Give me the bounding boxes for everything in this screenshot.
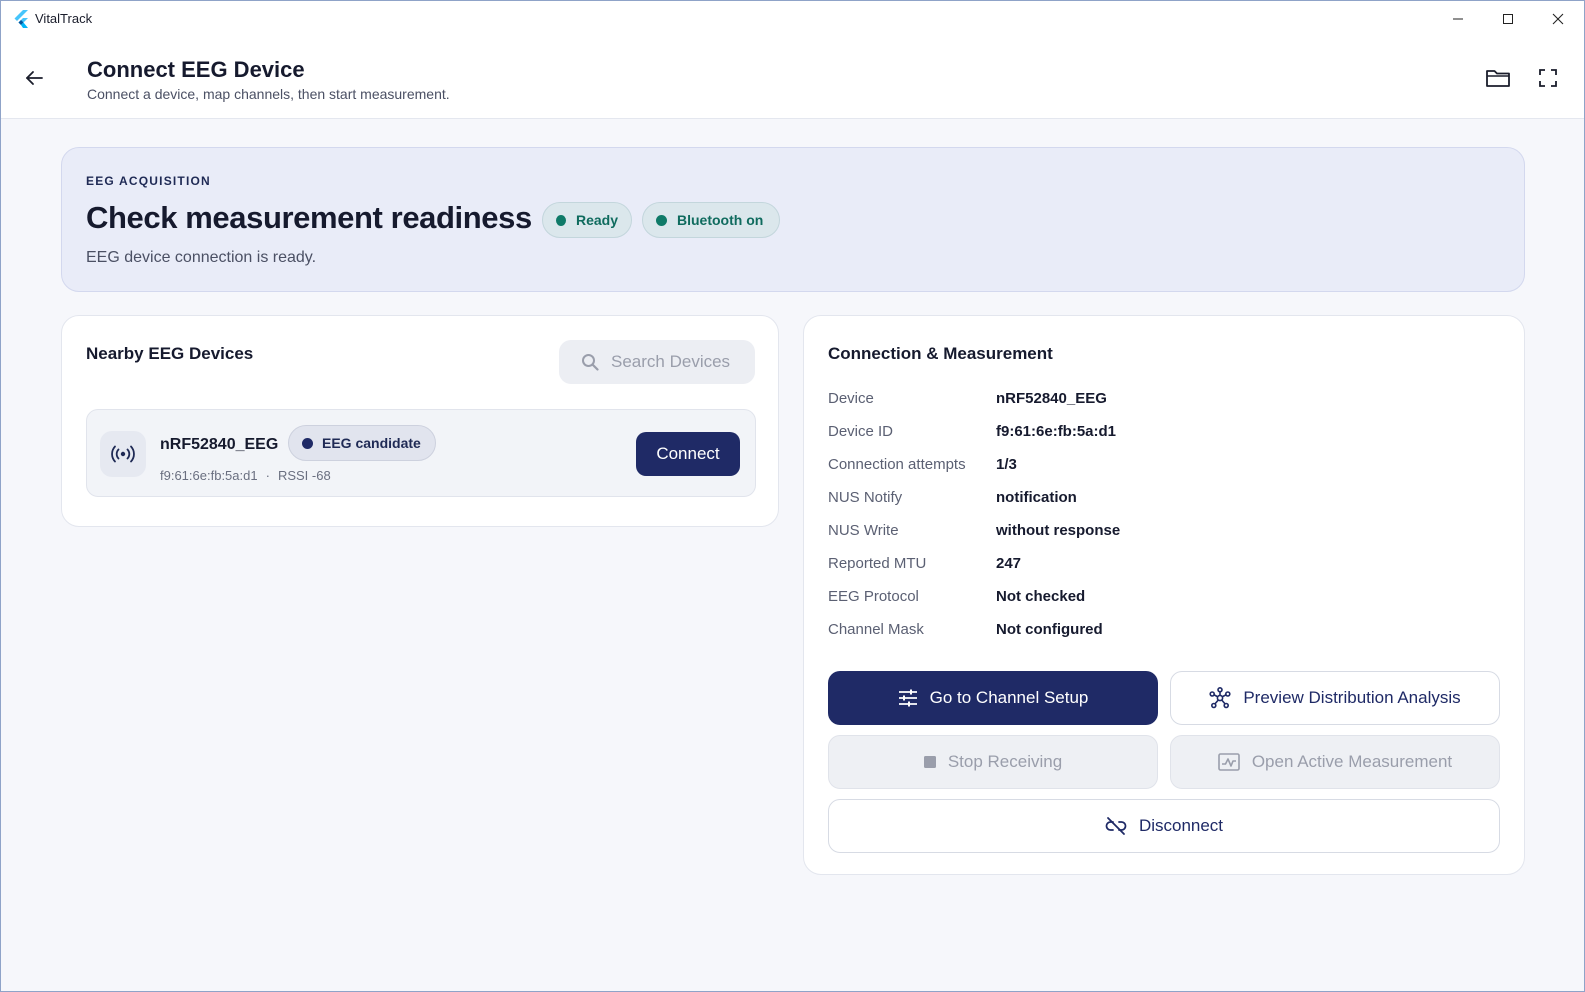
disconnect-button[interactable]: Disconnect <box>828 799 1500 853</box>
open-folder-button[interactable] <box>1483 63 1513 93</box>
folder-icon <box>1486 70 1510 87</box>
app-title: VitalTrack <box>35 11 93 26</box>
open-active-measurement-button[interactable]: Open Active Measurement <box>1170 735 1500 789</box>
maximize-icon <box>1503 14 1513 24</box>
status-badge-ready: Ready <box>542 202 632 238</box>
network-nodes-icon <box>1209 687 1231 709</box>
bluetooth-signal-icon <box>111 445 135 463</box>
device-name: nRF52840_EEG <box>160 436 279 453</box>
status-dot <box>656 214 667 226</box>
stop-receiving-button[interactable]: Stop Receiving <box>828 735 1158 789</box>
detail-key: Connection attempts <box>828 456 966 473</box>
search-devices-button[interactable]: Search Devices <box>559 340 755 384</box>
status-dot <box>556 214 566 226</box>
detail-key: Device <box>828 390 874 407</box>
banner-title: Check measurement readiness <box>86 200 532 235</box>
search-devices-label: Search Devices <box>611 352 731 371</box>
banner-description: EEG device connection is ready. <box>86 249 317 266</box>
detail-value: nRF52840_EEG <box>996 390 1107 407</box>
detail-value: notification <box>996 489 1077 506</box>
nearby-devices-card: Nearby EEG Devices Search Devices nRF528… <box>61 315 779 527</box>
connect-button[interactable]: Connect <box>636 432 740 476</box>
button-label: Stop Receiving <box>947 752 1063 771</box>
detail-value: f9:61:6e:fb:5a:d1 <box>996 423 1117 440</box>
badge-dot <box>302 437 313 449</box>
meta-separator: · <box>265 468 270 483</box>
link-off-icon <box>1105 817 1127 835</box>
sliders-icon <box>898 689 917 707</box>
card-title: Connection & Measurement <box>828 344 1053 363</box>
detail-key: NUS Write <box>828 522 899 539</box>
badge-label: EEG candidate <box>322 435 421 451</box>
detail-value: without response <box>996 522 1121 539</box>
fullscreen-icon <box>1539 69 1557 87</box>
preview-distribution-analysis-button[interactable]: Preview Distribution Analysis <box>1170 671 1500 725</box>
close-button[interactable] <box>1533 1 1583 37</box>
device-meta: f9:61:6e:fb:5a:d1 · RSSI -68 <box>160 468 331 483</box>
status-badge-bluetooth: Bluetooth on <box>642 202 780 238</box>
button-label: Open Active Measurement <box>1251 752 1453 771</box>
readiness-banner: EEG ACQUISITION Check measurement readin… <box>61 147 1525 292</box>
go-to-channel-setup-button[interactable]: Go to Channel Setup <box>828 671 1158 725</box>
minimize-icon <box>1453 18 1463 20</box>
button-label: Preview Distribution Analysis <box>1243 688 1461 707</box>
page-subtitle: Connect a device, map channels, then sta… <box>87 86 450 102</box>
detail-value: Not checked <box>996 588 1086 605</box>
app-window: VitalTrack Connect EEG Device Connect a … <box>0 0 1585 992</box>
fullscreen-button[interactable] <box>1533 63 1563 93</box>
back-button[interactable] <box>21 65 47 91</box>
detail-key: EEG Protocol <box>828 588 919 605</box>
eeg-candidate-badge: EEG candidate <box>288 425 436 461</box>
monitor-waveform-icon <box>1218 753 1240 771</box>
close-icon <box>1552 13 1564 25</box>
app-header: Connect EEG Device Connect a device, map… <box>1 37 1584 119</box>
device-icon-container <box>100 431 146 477</box>
stop-icon <box>923 756 936 768</box>
section-eyebrow: EEG ACQUISITION <box>86 174 211 188</box>
search-icon <box>582 354 599 371</box>
connection-measurement-card: Connection & Measurement Device nRF52840… <box>803 315 1525 875</box>
minimize-button[interactable] <box>1433 1 1483 37</box>
button-label: Go to Channel Setup <box>929 688 1089 707</box>
detail-value: 247 <box>996 555 1022 572</box>
device-address: f9:61:6e:fb:5a:d1 <box>160 468 258 483</box>
button-label: Disconnect <box>1138 816 1224 835</box>
device-rssi: RSSI -68 <box>277 468 331 483</box>
status-badge-label: Ready <box>575 212 618 228</box>
arrow-left-icon <box>26 71 43 85</box>
detail-key: Reported MTU <box>828 555 927 572</box>
detail-key: NUS Notify <box>828 489 903 506</box>
detail-value: 1/3 <box>996 456 1017 473</box>
detail-key: Device ID <box>828 423 894 440</box>
detail-value: Not configured <box>996 621 1103 638</box>
list-item: nRF52840_EEG EEG candidate f9:61:6e:fb:5… <box>86 409 756 497</box>
title-bar: VitalTrack <box>1 1 1584 37</box>
maximize-button[interactable] <box>1483 1 1533 37</box>
status-badge-label: Bluetooth on <box>677 212 764 228</box>
flutter-logo-icon <box>14 10 28 28</box>
page-title: Connect EEG Device <box>87 57 305 82</box>
card-title: Nearby EEG Devices <box>86 344 254 363</box>
detail-key: Channel Mask <box>828 621 924 638</box>
